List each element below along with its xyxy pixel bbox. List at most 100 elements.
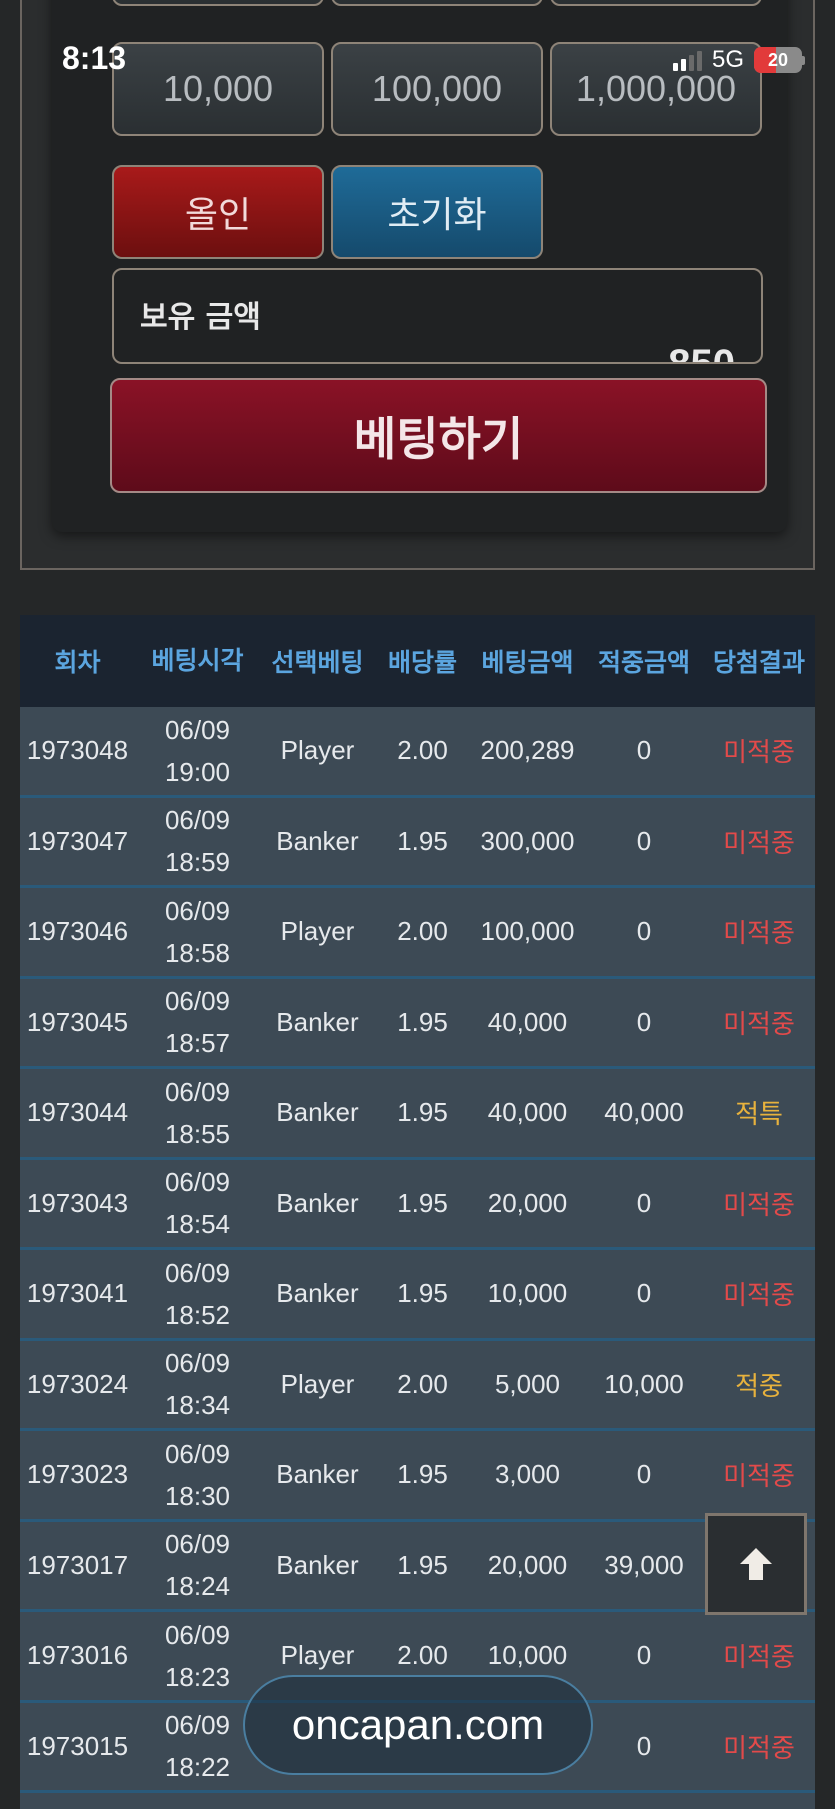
watermark: oncapan.com: [243, 1675, 593, 1775]
cell-win-amount: 39,000: [604, 1549, 684, 1580]
bet-panel-frame: 10,000 100,000 1,000,000 올인 초기화 보유 금액 85…: [20, 0, 815, 570]
cell-round: 1973015: [26, 1730, 129, 1761]
cell-odds: 1.95: [397, 1459, 448, 1490]
table-row: 1973048 06/09 19:00 Player 2.00 200,289 0 미적중: [20, 707, 815, 798]
cell-odds: 1.95: [397, 825, 448, 856]
cell-win-amount: 0: [636, 1187, 652, 1218]
arrow-up-icon: [740, 1548, 772, 1580]
cell-bet-time: 06/09 18:34: [135, 1342, 260, 1426]
cell-result: 미적중: [723, 1280, 795, 1311]
cell-pick: Banker: [276, 1459, 359, 1490]
header-bet-time: 베팅시각: [151, 646, 244, 675]
cell-odds: 2.00: [397, 735, 448, 766]
bet-panel: 10,000 100,000 1,000,000 올인 초기화 보유 금액 85…: [52, 0, 787, 532]
amount-button-top-1[interactable]: [112, 0, 324, 6]
cell-odds: 1.95: [397, 1006, 448, 1037]
cell-odds: 1.95: [397, 1187, 448, 1218]
cell-win-amount: 10,000: [604, 1368, 684, 1399]
cell-bet-time: 06/09 18:59: [135, 799, 260, 883]
cell-date: 06/09: [164, 1619, 231, 1650]
cell-win-amount: 0: [636, 825, 652, 856]
cell-time: 18:22: [164, 1752, 231, 1783]
cell-bet-time: 06/09 19:00: [135, 709, 260, 793]
cell-result: 미적중: [723, 1189, 795, 1220]
table-row: 1973047 06/09 18:59 Banker 1.95 300,000 0 미적중: [20, 798, 815, 888]
cell-round: 1973043: [26, 1187, 129, 1218]
cell-pick: Player: [280, 1640, 355, 1671]
cell-round: 1973044: [26, 1097, 129, 1128]
cell-round: 1973023: [26, 1459, 129, 1490]
cell-result: 미적중: [723, 827, 795, 858]
amount-button-top-3[interactable]: [550, 0, 762, 6]
cell-date: 06/09: [164, 895, 231, 926]
cell-date: 06/09: [164, 1710, 231, 1741]
amount-button-1000000[interactable]: 1,000,000: [550, 42, 762, 136]
cell-date: 06/09: [164, 1438, 231, 1469]
cell-round: 1973041: [26, 1278, 129, 1309]
cell-win-amount: 0: [636, 916, 652, 947]
cell-odds: 2.00: [397, 916, 448, 947]
bet-history-table: 회차 베팅시각 선택베팅 배당률 베팅금액 적중금액 당첨결과 1973048 0…: [20, 615, 815, 1809]
cell-date: 06/09: [164, 1076, 231, 1107]
cell-odds: 1.95: [397, 1278, 448, 1309]
cell-bet-amount: 20,000: [487, 1187, 568, 1218]
cell-win-amount: 0: [636, 735, 652, 766]
cell-odds: 2.00: [397, 1640, 448, 1671]
cell-win-amount: 0: [636, 1640, 652, 1671]
cell-result: 미적중: [723, 1732, 795, 1763]
table-row: 1973043 06/09 18:54 Banker 1.95 20,000 0 미적중: [20, 1160, 815, 1250]
cell-pick: Player: [280, 916, 355, 947]
cell-pick: Player: [280, 1368, 355, 1399]
cell-time: 18:58: [164, 937, 231, 968]
cell-pick: Banker: [276, 1187, 359, 1218]
table-row: 1973023 06/09 18:30 Banker 1.95 3,000 0 미적중: [20, 1431, 815, 1522]
cell-bet-amount: 300,000: [480, 825, 575, 856]
cell-date: 06/09: [164, 805, 231, 836]
table-row: 1973044 06/09 18:55 Banker 1.95 40,000 40,000 적…: [20, 1069, 815, 1160]
cell-bet-amount: 5,000: [494, 1368, 561, 1399]
cell-bet-amount: 10,000: [487, 1278, 568, 1309]
cell-odds: 1.95: [397, 1549, 448, 1580]
cell-time: 18:57: [164, 1028, 231, 1059]
cell-time: 18:23: [164, 1661, 231, 1692]
cell-date: 06/09: [164, 1529, 231, 1560]
cell-bet-time: 06/09 18:55: [135, 1071, 260, 1155]
reset-button[interactable]: 초기화: [331, 165, 543, 259]
amount-button-100000[interactable]: 100,000: [331, 42, 543, 136]
table-body: 1973048 06/09 19:00 Player 2.00 200,289 0 미적중 19…: [20, 707, 815, 1809]
cell-time: 18:54: [164, 1209, 231, 1240]
cell-win-amount: 40,000: [604, 1097, 684, 1128]
cell-time: 18:30: [164, 1480, 231, 1511]
scroll-top-button[interactable]: [705, 1513, 807, 1615]
balance-value: 850: [668, 342, 735, 364]
table-row: 06/09: [20, 1793, 815, 1809]
amount-button-top-2[interactable]: [331, 0, 543, 6]
cell-bet-time: 06/09 18:30: [135, 1433, 260, 1517]
all-in-button[interactable]: 올인: [112, 165, 324, 259]
header-bet-amount: 베팅금액: [481, 648, 574, 677]
cell-bet-amount: 40,000: [487, 1097, 568, 1128]
cell-date: 06/09: [164, 1348, 231, 1379]
cell-result: 미적중: [723, 1008, 795, 1039]
cell-bet-amount: 10,000: [487, 1640, 568, 1671]
cell-result: 미적중: [723, 737, 795, 768]
cell-result: 적특: [735, 1099, 783, 1130]
header-odds: 배당률: [387, 648, 457, 677]
cell-bet-time: 06/09 18:24: [135, 1523, 260, 1607]
cell-pick: Banker: [276, 1549, 359, 1580]
cell-time: 19:00: [164, 756, 231, 787]
header-win-amount: 적중금액: [597, 648, 690, 677]
amount-button-10000[interactable]: 10,000: [112, 42, 324, 136]
cell-pick: Banker: [276, 1006, 359, 1037]
cell-pick: Banker: [276, 1278, 359, 1309]
cell-date: 06/09: [164, 986, 231, 1017]
cell-win-amount: 0: [636, 1459, 652, 1490]
cell-bet-amount: 20,000: [487, 1549, 568, 1580]
cell-result: 미적중: [723, 918, 795, 949]
cell-time: 18:59: [164, 847, 231, 878]
cell-date: 06/09: [164, 1167, 231, 1198]
place-bet-button[interactable]: 베팅하기: [110, 378, 767, 493]
cell-result: 미적중: [723, 1642, 795, 1673]
cell-bet-time: 06/09 18:23: [135, 1614, 260, 1698]
cell-bet-amount: 100,000: [480, 916, 575, 947]
